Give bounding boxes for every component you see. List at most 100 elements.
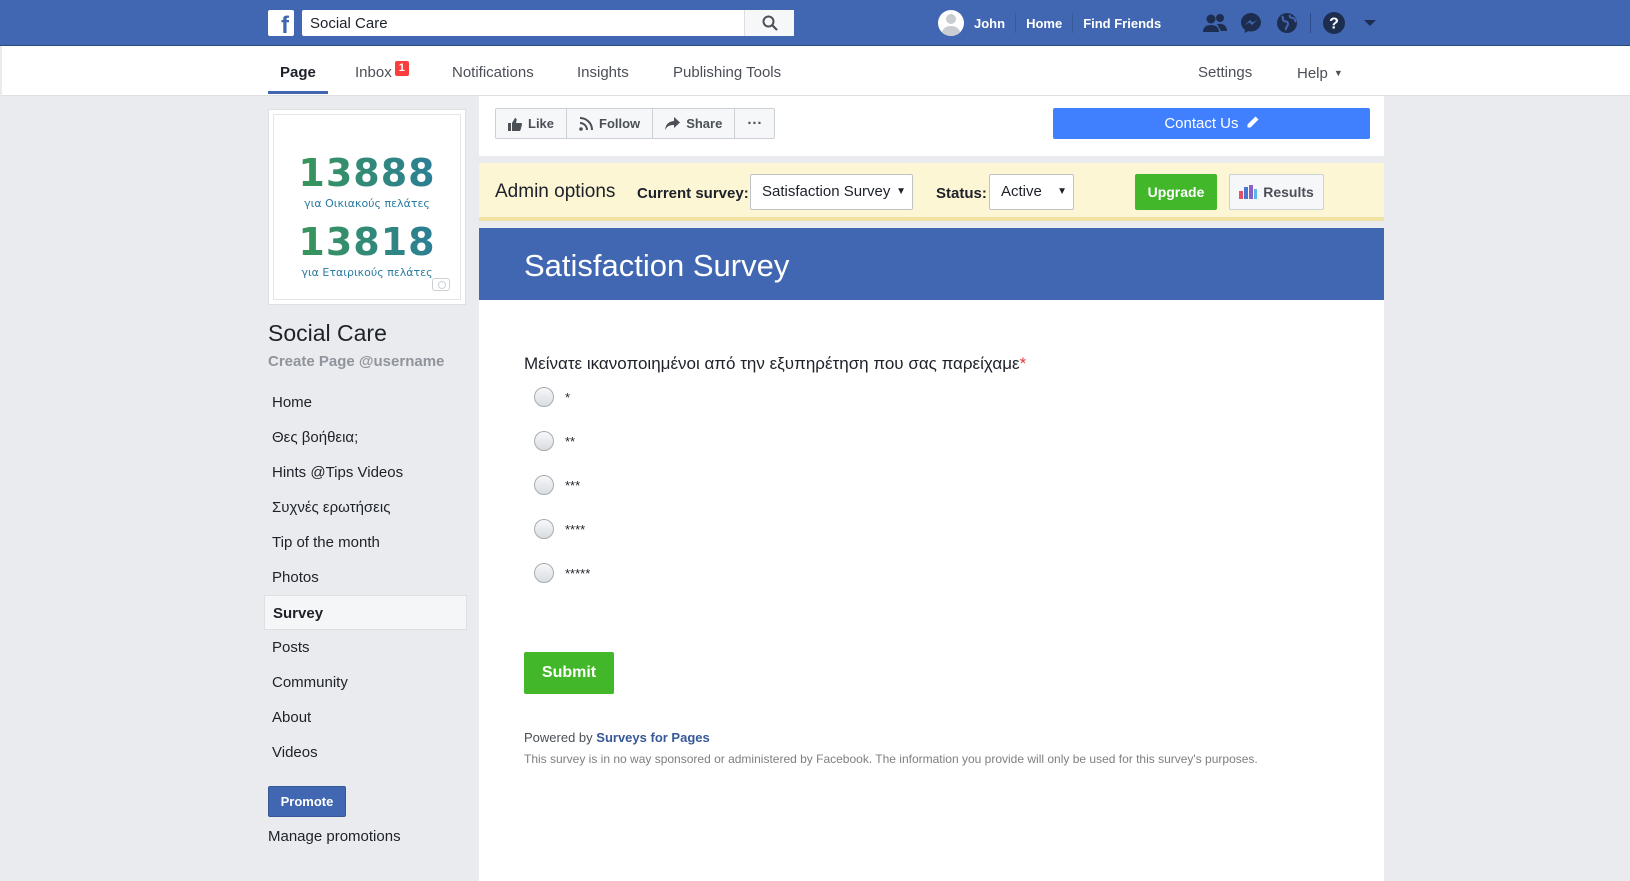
current-survey-select[interactable]: Satisfaction Survey ▼ [750, 174, 913, 210]
radio-button[interactable] [534, 475, 554, 495]
help-icon[interactable]: ? [1321, 10, 1347, 36]
share-label: Share [686, 116, 723, 131]
tab-inbox[interactable]: Inbox 1 [355, 46, 409, 96]
radio-button[interactable] [534, 431, 554, 451]
results-button[interactable]: Results [1229, 174, 1324, 210]
profile-caption-1: για Οικιακούς πελάτες [304, 197, 430, 210]
admin-options-title: Admin options [495, 181, 616, 202]
top-nav-icons: ? [1192, 0, 1383, 46]
sidebar-item-help[interactable]: Θες βοήθεια; [264, 420, 467, 455]
surveys-for-pages-link[interactable]: Surveys for Pages [596, 730, 709, 745]
tab-notifications[interactable]: Notifications [452, 46, 534, 96]
question-text: Μείνατε ικανοποιημένοι από την εξυπηρέτη… [524, 354, 1020, 373]
required-mark: * [1019, 354, 1027, 373]
rating-option-4[interactable]: **** [534, 519, 585, 539]
sidebar-item-photos[interactable]: Photos [264, 560, 467, 595]
notifications-globe-icon[interactable] [1274, 10, 1300, 36]
promote-button[interactable]: Promote [268, 786, 346, 817]
admin-options-bar: Admin options Current survey: Satisfacti… [479, 163, 1384, 221]
rss-follow-icon [579, 116, 594, 131]
more-options-button[interactable]: ··· [735, 109, 774, 138]
option-label: ** [565, 433, 576, 449]
option-label: **** [565, 521, 586, 537]
account-menu-icon[interactable] [1357, 10, 1383, 36]
sidebar-item-posts[interactable]: Posts [264, 630, 467, 665]
rating-option-1[interactable]: * [534, 387, 570, 407]
dropdown-arrow-icon: ▼ [896, 186, 906, 197]
sidebar-item-videos[interactable]: Videos [264, 735, 467, 770]
svg-text:?: ? [1329, 16, 1339, 33]
option-label: *** [565, 477, 581, 493]
thumbs-up-icon [508, 117, 522, 131]
tab-page-label: Page [280, 64, 316, 81]
status-value: Active [1001, 183, 1042, 200]
radio-button[interactable] [534, 387, 554, 407]
tab-settings[interactable]: Settings [1198, 46, 1252, 96]
survey-header: Satisfaction Survey [479, 228, 1384, 300]
avatar[interactable] [938, 10, 964, 36]
messenger-icon[interactable] [1238, 10, 1264, 36]
powered-by: Powered by Surveys for Pages [524, 730, 710, 745]
divider [1072, 13, 1074, 33]
results-label: Results [1263, 184, 1314, 200]
rating-option-3[interactable]: *** [534, 475, 580, 495]
dropdown-arrow-icon: ▼ [1057, 186, 1067, 197]
status-select[interactable]: Active ▼ [989, 174, 1074, 210]
radio-button[interactable] [534, 563, 554, 583]
option-label: * [565, 389, 571, 405]
facebook-logo-icon[interactable]: f [268, 10, 294, 36]
top-nav-links: John Home Find Friends [938, 0, 1161, 46]
top-navigation-bar: f John Home Find Friends ? [0, 0, 1630, 46]
survey-question: Μείνατε ικανοποιημένοι από την εξυπηρέτη… [524, 354, 1026, 374]
page-action-buttons: Like Follow Share ··· [495, 108, 776, 139]
manage-promotions-link[interactable]: Manage promotions [268, 828, 401, 845]
submit-button[interactable]: Submit [524, 652, 614, 694]
tab-insights[interactable]: Insights [577, 46, 629, 96]
profile-picture[interactable]: 13888 για Οικιακούς πελάτες 13818 για Ετ… [268, 109, 466, 305]
page-sidebar-menu: Home Θες βοήθεια; Hints @Tips Videos Συχ… [264, 385, 467, 770]
current-survey-value: Satisfaction Survey [762, 183, 891, 200]
sidebar-item-about[interactable]: About [264, 700, 467, 735]
survey-form: Μείνατε ικανοποιημένοι από την εξυπηρέτη… [479, 300, 1384, 881]
page-actions-bar: Like Follow Share ··· Contact Us [479, 96, 1384, 156]
radio-button[interactable] [534, 519, 554, 539]
camera-icon[interactable] [432, 278, 450, 291]
contact-us-label: Contact Us [1164, 115, 1239, 132]
like-label: Like [528, 116, 555, 131]
sidebar-item-survey[interactable]: Survey [264, 595, 467, 630]
option-label: ***** [565, 565, 591, 581]
tab-publishing-tools[interactable]: Publishing Tools [673, 46, 781, 96]
search-box[interactable] [302, 10, 794, 36]
rating-option-2[interactable]: ** [534, 431, 575, 451]
current-survey-label: Current survey: [637, 185, 749, 202]
divider [1015, 13, 1017, 33]
home-link[interactable]: Home [1026, 16, 1062, 31]
search-button[interactable] [744, 10, 794, 36]
sidebar-item-hints-tips-videos[interactable]: Hints @Tips Videos [264, 455, 467, 490]
sidebar-item-tip-of-the-month[interactable]: Tip of the month [264, 525, 467, 560]
follow-label: Follow [599, 116, 641, 131]
sidebar-item-faq[interactable]: Συχνές ερωτήσεις [264, 490, 467, 525]
upgrade-button[interactable]: Upgrade [1135, 174, 1217, 210]
like-button[interactable]: Like [496, 109, 568, 138]
sidebar-item-community[interactable]: Community [264, 665, 467, 700]
inbox-count-badge: 1 [394, 61, 409, 76]
tab-help[interactable]: Help ▼ [1297, 46, 1343, 96]
find-friends-link[interactable]: Find Friends [1083, 16, 1161, 31]
profile-number-1: 13888 [274, 151, 460, 195]
search-input[interactable] [302, 10, 742, 36]
sidebar-item-home[interactable]: Home [264, 385, 467, 420]
tab-page[interactable]: Page [268, 46, 328, 94]
contact-us-button[interactable]: Contact Us [1053, 108, 1370, 139]
chevron-down-icon: ▼ [1333, 68, 1343, 78]
page-title[interactable]: Social Care [268, 320, 387, 347]
share-button[interactable]: Share [653, 109, 736, 138]
search-icon [762, 15, 778, 31]
profile-link[interactable]: John [974, 16, 1005, 31]
friend-requests-icon[interactable] [1202, 10, 1228, 36]
profile-caption-2: για Εταιρικούς πελάτες [301, 266, 433, 279]
rating-option-5[interactable]: ***** [534, 563, 590, 583]
status-label: Status: [936, 185, 987, 202]
follow-button[interactable]: Follow [567, 109, 654, 138]
create-username-link[interactable]: Create Page @username [268, 353, 444, 370]
